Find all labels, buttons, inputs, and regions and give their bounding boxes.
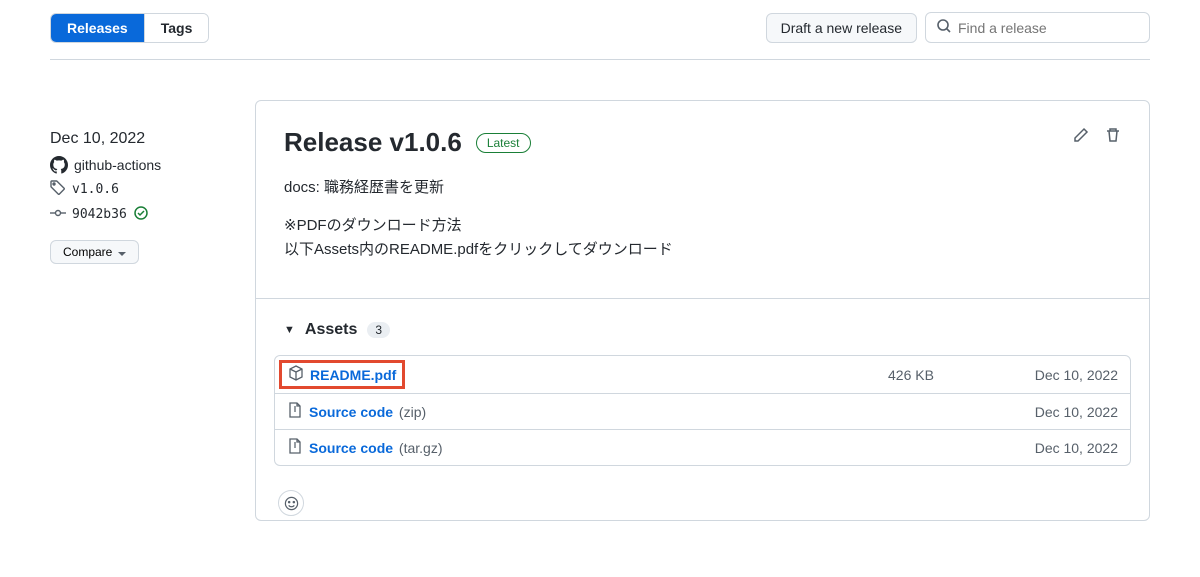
add-reaction-button[interactable] xyxy=(278,490,304,516)
tab-releases[interactable]: Releases xyxy=(51,14,144,42)
asset-suffix: (zip) xyxy=(399,404,426,420)
asset-date: Dec 10, 2022 xyxy=(1008,404,1118,420)
draft-release-button[interactable]: Draft a new release xyxy=(766,13,917,43)
tag-row: v1.0.6 xyxy=(50,180,235,199)
asset-link[interactable]: Source code (zip) xyxy=(309,404,426,420)
asset-link[interactable]: Source code (tar.gz) xyxy=(309,440,443,456)
commit-row: 9042b36 xyxy=(50,205,235,224)
search-icon xyxy=(936,18,952,37)
compare-button[interactable]: Compare xyxy=(50,240,139,264)
search-wrapper xyxy=(925,12,1150,43)
package-icon xyxy=(288,365,304,384)
release-title: Release v1.0.6 xyxy=(284,127,462,158)
tag-icon xyxy=(50,180,66,199)
asset-date: Dec 10, 2022 xyxy=(1008,367,1118,383)
body-line-1: docs: 職務経歴書を更新 xyxy=(284,176,1121,200)
assets-list: README.pdf 426 KB Dec 10, 2022 Source co… xyxy=(274,355,1131,466)
release-sidebar: Dec 10, 2022 github-actions v1.0.6 9042b… xyxy=(50,100,235,521)
tab-tags[interactable]: Tags xyxy=(144,14,209,42)
github-actions-avatar xyxy=(50,156,68,174)
zip-icon xyxy=(287,438,303,457)
asset-suffix: (tar.gz) xyxy=(399,440,443,456)
release-date: Dec 10, 2022 xyxy=(50,130,235,148)
search-input[interactable] xyxy=(958,20,1139,36)
verified-icon xyxy=(133,205,149,224)
asset-size: 426 KB xyxy=(888,367,1008,383)
releases-tabs: Releases Tags xyxy=(50,13,209,43)
delete-button[interactable] xyxy=(1105,127,1121,143)
commit-link[interactable]: 9042b36 xyxy=(72,207,127,222)
assets-count: 3 xyxy=(367,322,390,338)
assets-label: Assets xyxy=(305,321,357,339)
release-card: Release v1.0.6 Latest docs: 職務経歴書を更新 ※PD… xyxy=(255,100,1150,521)
asset-date: Dec 10, 2022 xyxy=(1008,440,1118,456)
author-row: github-actions xyxy=(50,156,235,174)
compare-label: Compare xyxy=(63,245,112,259)
author-link[interactable]: github-actions xyxy=(74,157,161,173)
highlight-box: README.pdf xyxy=(279,360,405,389)
zip-icon xyxy=(287,402,303,421)
caret-down-icon xyxy=(118,245,126,259)
body-line-3: 以下Assets内のREADME.pdfをクリックしてダウンロード xyxy=(284,238,1121,262)
asset-row: README.pdf 426 KB Dec 10, 2022 xyxy=(274,355,1131,394)
asset-link[interactable]: README.pdf xyxy=(310,367,396,383)
edit-button[interactable] xyxy=(1073,127,1089,143)
top-actions: Draft a new release xyxy=(766,12,1150,43)
release-body: docs: 職務経歴書を更新 ※PDFのダウンロード方法 以下Assets内のR… xyxy=(256,176,1149,298)
asset-row: Source code (tar.gz) Dec 10, 2022 xyxy=(274,430,1131,466)
assets-section: ▼ Assets 3 README.pdf xyxy=(256,298,1149,478)
body-line-2: ※PDFのダウンロード方法 xyxy=(284,214,1121,238)
tag-link[interactable]: v1.0.6 xyxy=(72,182,119,197)
reaction-bar xyxy=(256,478,1149,520)
topbar: Releases Tags Draft a new release xyxy=(50,12,1150,60)
assets-header[interactable]: ▼ Assets 3 xyxy=(274,321,1131,351)
latest-badge: Latest xyxy=(476,133,531,153)
commit-icon xyxy=(50,205,66,224)
asset-row: Source code (zip) Dec 10, 2022 xyxy=(274,394,1131,430)
disclosure-triangle-icon: ▼ xyxy=(284,324,295,336)
